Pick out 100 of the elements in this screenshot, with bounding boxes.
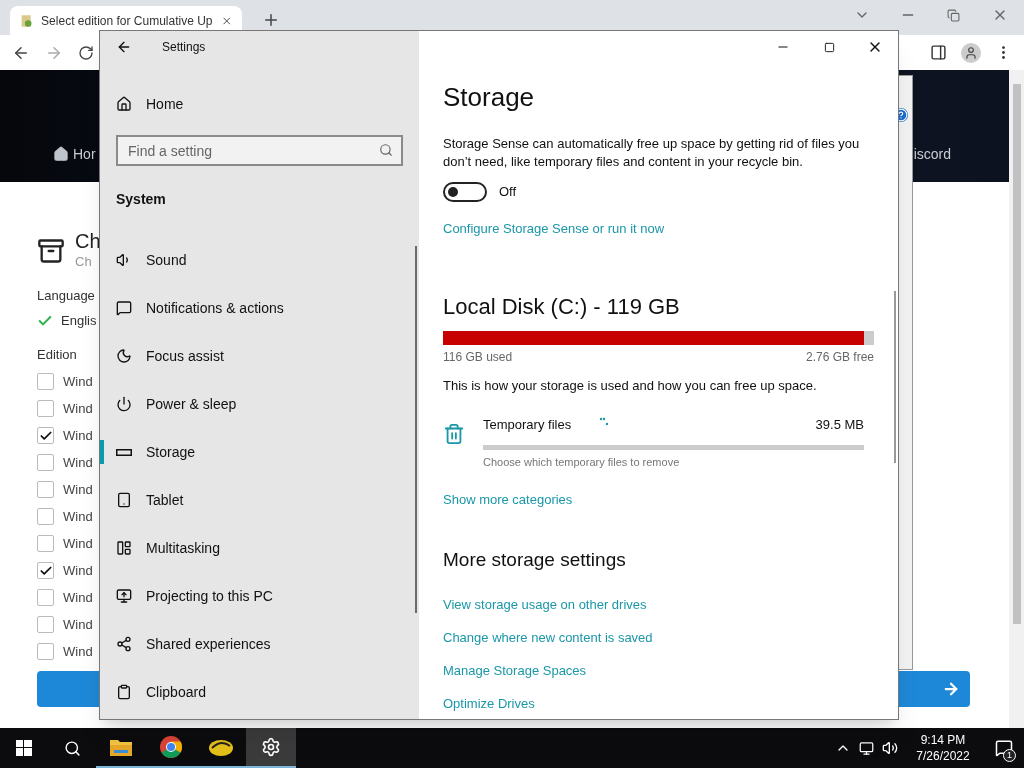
edition-label: Wind — [63, 372, 93, 391]
app-logo-icon — [208, 737, 234, 757]
language-label: Language — [37, 286, 95, 305]
window-layout-icon — [116, 540, 132, 556]
nav-item[interactable]: Shared experiences — [100, 620, 419, 668]
toggle-switch[interactable] — [443, 182, 487, 202]
checkbox[interactable] — [37, 481, 54, 498]
maximize-icon — [823, 41, 835, 53]
checkbox[interactable] — [37, 427, 54, 444]
new-tab-icon[interactable] — [262, 11, 280, 29]
message-icon — [995, 739, 1013, 757]
edition-label: Edition — [37, 345, 77, 364]
edition-label: Wind — [63, 453, 93, 472]
edition-label: Wind — [63, 642, 93, 661]
storage-category[interactable]: Temporary files 39.5 MB Choose which temporary files to remove — [443, 415, 874, 470]
checkbox[interactable] — [37, 643, 54, 660]
checkbox[interactable] — [37, 454, 54, 471]
checkbox[interactable] — [37, 616, 54, 633]
nav-item[interactable]: Tablet — [100, 476, 419, 524]
notification-button[interactable]: 1 — [984, 728, 1024, 768]
home-icon — [116, 96, 132, 112]
edition-label: Wind — [63, 561, 93, 580]
nav-item[interactable]: Multitasking — [100, 524, 419, 572]
power-icon — [116, 396, 132, 412]
usage-note: This is how your storage is used and how you can free up space. — [443, 376, 818, 395]
notification-count: 1 — [1003, 749, 1016, 762]
monitor-icon — [116, 588, 132, 604]
link[interactable]: Configure Storage Sense or run it now — [443, 219, 874, 239]
arrow-right-icon — [942, 680, 960, 698]
windows-logo-icon — [16, 740, 32, 756]
link[interactable]: Optimize Drives — [443, 694, 874, 712]
edition-label: Wind — [63, 534, 93, 553]
language-value: Englis — [61, 312, 97, 330]
edition-label: Wind — [63, 426, 93, 445]
page-heading: Storage — [443, 81, 536, 113]
browser-logo-icon — [159, 735, 183, 759]
page-subtitle: Ch — [75, 253, 93, 271]
message-icon — [116, 300, 132, 316]
page-scrollbar[interactable] — [1009, 70, 1024, 728]
checkbox[interactable] — [37, 535, 54, 552]
edition-label: Wind — [63, 507, 93, 526]
home-item[interactable]: Home — [100, 84, 419, 124]
toggle-label: Off — [499, 183, 517, 202]
link[interactable]: Manage Storage Spaces — [443, 661, 874, 679]
free-space: 2.76 GB free — [805, 348, 874, 366]
description: Storage Sense can automatically free up space by getting rid of files you don’t need, like temporary files and content in your recycle bin. — [443, 135, 861, 171]
taskbar-app[interactable] — [246, 728, 296, 768]
search-field[interactable]: Find a setting — [116, 135, 403, 166]
used-space: 116 GB used — [443, 348, 513, 366]
category-hint: Choose which temporary files to remove — [483, 454, 681, 470]
checkbox[interactable] — [37, 508, 54, 525]
clock[interactable]: 9:14 PM 7/26/2022 — [908, 732, 978, 764]
edition-label: Wind — [63, 399, 93, 418]
nav-item[interactable]: Notifications & actions — [100, 284, 419, 332]
window-title: Settings — [162, 39, 206, 56]
checkbox[interactable] — [37, 589, 54, 606]
home-icon — [53, 146, 69, 162]
checkbox[interactable] — [37, 562, 54, 579]
page-title: Ch — [75, 230, 101, 252]
reload-icon[interactable] — [78, 44, 94, 61]
category-size: 39.5 MB — [815, 416, 864, 434]
nav-item[interactable]: Clipboard — [100, 668, 419, 716]
scrollbar[interactable] — [415, 246, 417, 613]
moon-icon — [116, 348, 132, 364]
link[interactable]: View storage usage on other drives — [443, 595, 874, 613]
restore-icon[interactable] — [947, 9, 960, 22]
clipboard-icon — [116, 684, 132, 700]
volume-icon[interactable] — [882, 740, 898, 756]
link[interactable]: Change where new content is saved — [443, 628, 874, 646]
nav-item[interactable]: Storage — [100, 428, 419, 476]
checkbox[interactable] — [37, 373, 54, 390]
section-heading: More storage settings — [443, 547, 627, 572]
nav-link[interactable]: iscord — [913, 143, 951, 165]
tablet-icon — [116, 492, 132, 508]
profile-icon[interactable] — [961, 42, 981, 63]
drive-icon — [116, 448, 132, 456]
edition-label: Wind — [63, 615, 93, 634]
search-icon — [63, 739, 81, 757]
gear-icon — [261, 737, 281, 757]
side-panel-icon[interactable] — [930, 44, 947, 61]
checkbox[interactable] — [37, 400, 54, 417]
nav-item[interactable]: Projecting to this PC — [100, 572, 419, 620]
search-icon — [379, 143, 393, 157]
nav-item[interactable]: Focus assist — [100, 332, 419, 380]
folder-icon — [109, 737, 133, 757]
back-icon[interactable] — [116, 39, 132, 55]
page-icon — [20, 12, 34, 29]
disk-title: Local Disk (C:) - 119 GB — [443, 292, 681, 321]
section-heading: System — [115, 190, 167, 209]
box-icon — [37, 236, 65, 265]
nav-link[interactable]: Hor — [73, 143, 96, 165]
nav-item[interactable]: Power & sleep — [100, 380, 419, 428]
link[interactable]: Show more categories — [443, 490, 874, 510]
scrollbar[interactable] — [894, 291, 896, 463]
tab-title: Select edition for Cumulative Up — [41, 12, 213, 30]
network-icon[interactable] — [859, 740, 874, 756]
edition-label: Wind — [63, 588, 93, 607]
trash-icon — [443, 423, 465, 445]
nav-item[interactable]: Sound — [100, 236, 419, 284]
share-icon — [116, 636, 132, 652]
